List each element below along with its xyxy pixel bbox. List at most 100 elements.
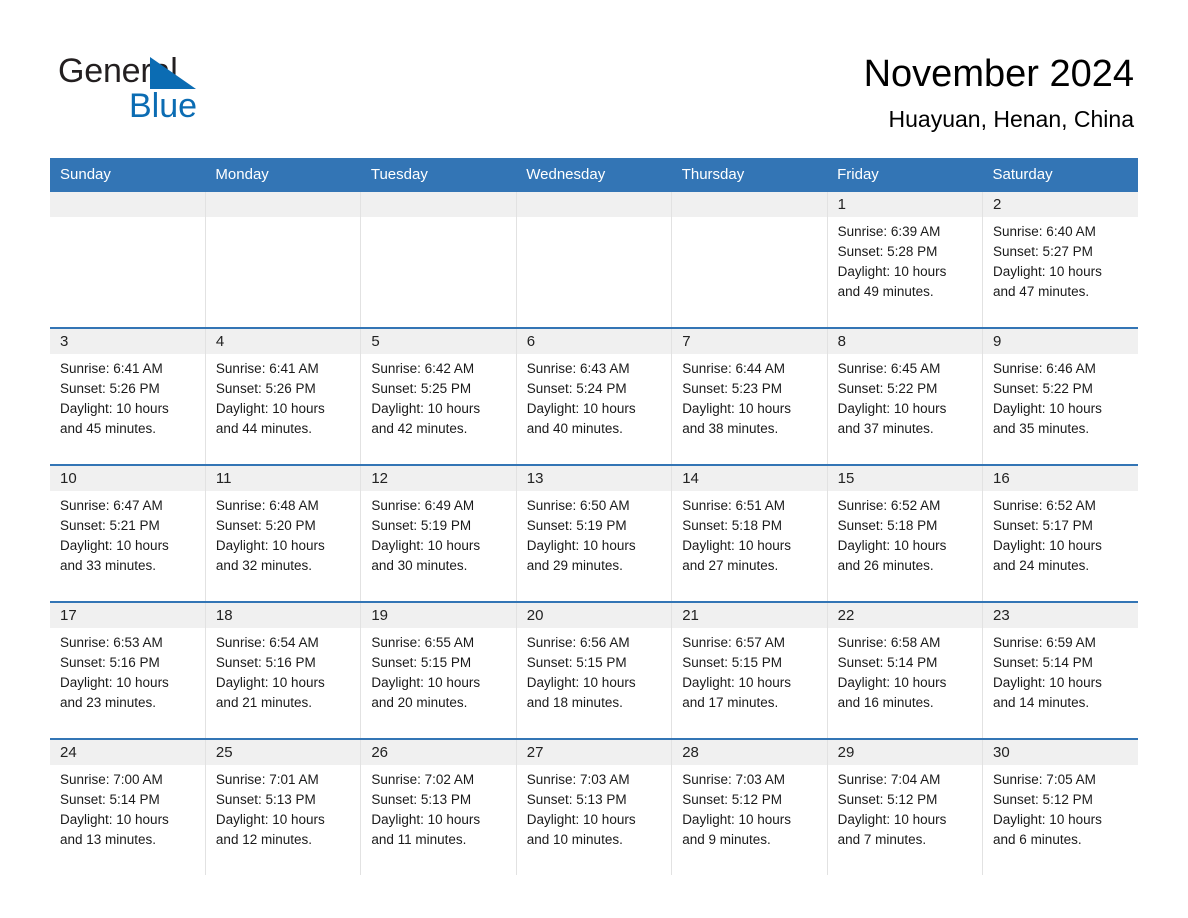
calendar-day-cell[interactable]: 24 Sunrise: 7:00 AM Sunset: 5:14 PM Dayligh… [50,738,206,875]
daylight-text-line1: Daylight: 10 hours [60,675,169,690]
calendar-day-cell-empty [671,190,828,328]
sunset-text: Sunset: 5:14 PM [993,655,1093,670]
daylight-text-line2: and 12 minutes. [215,832,312,847]
daylight-text-line1: Daylight: 10 hours [371,812,481,827]
daylight-text-line2: and 10 minutes. [526,832,623,847]
calendar-day-cell[interactable]: 26 Sunrise: 7:02 AM Sunset: 5:13 PM Dayligh… [360,738,517,875]
day-number: 18 [205,603,361,628]
daylight-text-line1: Daylight: 10 hours [837,675,947,690]
day-number: 23 [983,603,1138,628]
calendar-day-cell[interactable]: 9 Sunrise: 6:46 AM Sunset: 5:22 PM Daylight… [982,327,1138,465]
calendar-header-row: Sunday Monday Tuesday Wednesday Thursday… [50,158,1138,191]
sunrise-text: Sunrise: 6:47 AM [60,498,163,513]
daylight-text-line1: Daylight: 10 hours [371,401,481,416]
day-details: Sunrise: 6:47 AM Sunset: 5:21 PM Daylight:… [50,491,205,576]
sunrise-text: Sunrise: 6:40 AM [993,224,1096,239]
sunset-text: Sunset: 5:18 PM [837,518,938,533]
daylight-text-line2: and 27 minutes. [682,558,779,573]
calendar-day-cell[interactable]: 3 Sunrise: 6:41 AM Sunset: 5:26 PM Daylight… [50,327,206,465]
daylight-text-line2: and 13 minutes. [60,832,157,847]
calendar-day-cell[interactable]: 14 Sunrise: 6:51 AM Sunset: 5:18 PM Dayligh… [671,464,828,602]
daylight-text-line1: Daylight: 10 hours [60,812,169,827]
day-details: Sunrise: 6:56 AM Sunset: 5:15 PM Daylight:… [517,628,671,713]
weekday-header-thursday: Thursday [671,158,828,191]
brand-name-blue: Blue [129,87,198,125]
daylight-text-line1: Daylight: 10 hours [837,538,947,553]
calendar-day-cell[interactable]: 25 Sunrise: 7:01 AM Sunset: 5:13 PM Dayligh… [205,738,362,875]
calendar-day-cell[interactable]: 1 Sunrise: 6:39 AM Sunset: 5:28 PM Daylight… [827,190,984,328]
day-number: 21 [672,603,827,628]
calendar-day-cell[interactable]: 4 Sunrise: 6:41 AM Sunset: 5:26 PM Daylight… [205,327,362,465]
daylight-text-line2: and 44 minutes. [215,421,312,436]
day-details: Sunrise: 7:05 AM Sunset: 5:12 PM Daylight:… [983,765,1138,850]
daylight-text-line2: and 11 minutes. [371,832,467,847]
sunset-text: Sunset: 5:17 PM [993,518,1093,533]
calendar-day-cell[interactable]: 17 Sunrise: 6:53 AM Sunset: 5:16 PM Dayligh… [50,601,206,739]
calendar-day-cell[interactable]: 30 Sunrise: 7:05 AM Sunset: 5:12 PM Dayligh… [982,738,1138,875]
sunset-text: Sunset: 5:25 PM [371,381,472,396]
daylight-text-line1: Daylight: 10 hours [371,538,481,553]
day-details: Sunrise: 6:45 AM Sunset: 5:22 PM Daylight:… [828,354,982,439]
daylight-text-line1: Daylight: 10 hours [215,675,325,690]
calendar-day-cell[interactable]: 5 Sunrise: 6:42 AM Sunset: 5:25 PM Daylight… [360,327,517,465]
daylight-text-line1: Daylight: 10 hours [60,538,169,553]
title-block: November 2024 Huayuan, Henan, China [864,50,1134,134]
weekday-header-monday: Monday [205,158,361,191]
day-number: 12 [361,466,516,491]
calendar-day-cell[interactable]: 16 Sunrise: 6:52 AM Sunset: 5:17 PM Dayligh… [982,464,1138,602]
daylight-text-line2: and 24 minutes. [993,558,1090,573]
sunset-text: Sunset: 5:16 PM [60,655,160,670]
calendar-day-cell[interactable]: 13 Sunrise: 6:50 AM Sunset: 5:19 PM Dayligh… [516,464,673,602]
sunset-text: Sunset: 5:23 PM [682,381,782,396]
day-number: 2 [983,192,1138,217]
calendar-day-cell[interactable]: 6 Sunrise: 6:43 AM Sunset: 5:24 PM Daylight… [516,327,673,465]
brand-logo[interactable]: General Blue [58,52,378,132]
daylight-text-line1: Daylight: 10 hours [371,675,481,690]
daylight-text-line1: Daylight: 10 hours [682,675,791,690]
day-number [205,192,361,217]
calendar-day-cell[interactable]: 19 Sunrise: 6:55 AM Sunset: 5:15 PM Dayligh… [360,601,517,739]
triangle-icon [150,57,196,89]
day-number: 8 [827,329,983,354]
calendar-day-cell[interactable]: 29 Sunrise: 7:04 AM Sunset: 5:12 PM Dayligh… [827,738,984,875]
calendar-day-cell[interactable]: 23 Sunrise: 6:59 AM Sunset: 5:14 PM Dayligh… [982,601,1138,739]
sunset-text: Sunset: 5:15 PM [526,655,627,670]
day-details: Sunrise: 7:01 AM Sunset: 5:13 PM Daylight:… [206,765,360,850]
calendar-day-cell[interactable]: 8 Sunrise: 6:45 AM Sunset: 5:22 PM Daylight… [827,327,984,465]
day-number: 14 [672,466,827,491]
calendar-page: General Blue November 2024 Huayuan, Hena… [0,0,1188,918]
daylight-text-line2: and 33 minutes. [60,558,157,573]
daylight-text-line1: Daylight: 10 hours [682,812,791,827]
day-details: Sunrise: 6:39 AM Sunset: 5:28 PM Daylight:… [828,217,982,302]
calendar-day-cell[interactable]: 15 Sunrise: 6:52 AM Sunset: 5:18 PM Dayligh… [827,464,984,602]
calendar-day-cell[interactable]: 20 Sunrise: 6:56 AM Sunset: 5:15 PM Dayligh… [516,601,673,739]
daylight-text-line2: and 17 minutes. [682,695,779,710]
day-number: 1 [827,192,983,217]
sunset-text: Sunset: 5:12 PM [837,792,938,807]
calendar-day-cell[interactable]: 12 Sunrise: 6:49 AM Sunset: 5:19 PM Dayligh… [360,464,517,602]
daylight-text-line1: Daylight: 10 hours [837,812,947,827]
sunrise-text: Sunrise: 6:41 AM [60,361,163,376]
daylight-text-line1: Daylight: 10 hours [837,264,947,279]
day-details: Sunrise: 6:50 AM Sunset: 5:19 PM Daylight:… [517,491,671,576]
calendar-day-cell[interactable]: 28 Sunrise: 7:03 AM Sunset: 5:12 PM Dayligh… [671,738,828,875]
calendar-day-cell[interactable]: 10 Sunrise: 6:47 AM Sunset: 5:21 PM Dayligh… [50,464,206,602]
sunset-text: Sunset: 5:26 PM [60,381,160,396]
calendar-day-cell[interactable]: 11 Sunrise: 6:48 AM Sunset: 5:20 PM Dayligh… [205,464,362,602]
sunrise-text: Sunrise: 6:54 AM [215,635,319,650]
calendar-day-cell[interactable]: 21 Sunrise: 6:57 AM Sunset: 5:15 PM Dayligh… [671,601,828,739]
sunrise-text: Sunrise: 7:04 AM [837,772,941,787]
calendar-day-cell[interactable]: 22 Sunrise: 6:58 AM Sunset: 5:14 PM Dayligh… [827,601,984,739]
calendar-day-cell[interactable]: 27 Sunrise: 7:03 AM Sunset: 5:13 PM Dayligh… [516,738,673,875]
daylight-text-line1: Daylight: 10 hours [215,538,325,553]
calendar-day-cell[interactable]: 18 Sunrise: 6:54 AM Sunset: 5:16 PM Dayligh… [205,601,362,739]
daylight-text-line2: and 32 minutes. [215,558,312,573]
daylight-text-line1: Daylight: 10 hours [993,538,1102,553]
calendar-day-cell[interactable]: 7 Sunrise: 6:44 AM Sunset: 5:23 PM Daylight… [671,327,828,465]
daylight-text-line1: Daylight: 10 hours [526,812,636,827]
daylight-text-line2: and 21 minutes. [215,695,312,710]
sunrise-text: Sunrise: 6:44 AM [682,361,785,376]
calendar-day-cell[interactable]: 2 Sunrise: 6:40 AM Sunset: 5:27 PM Daylight… [982,190,1138,328]
sunrise-text: Sunrise: 6:56 AM [526,635,630,650]
daylight-text-line1: Daylight: 10 hours [526,401,636,416]
